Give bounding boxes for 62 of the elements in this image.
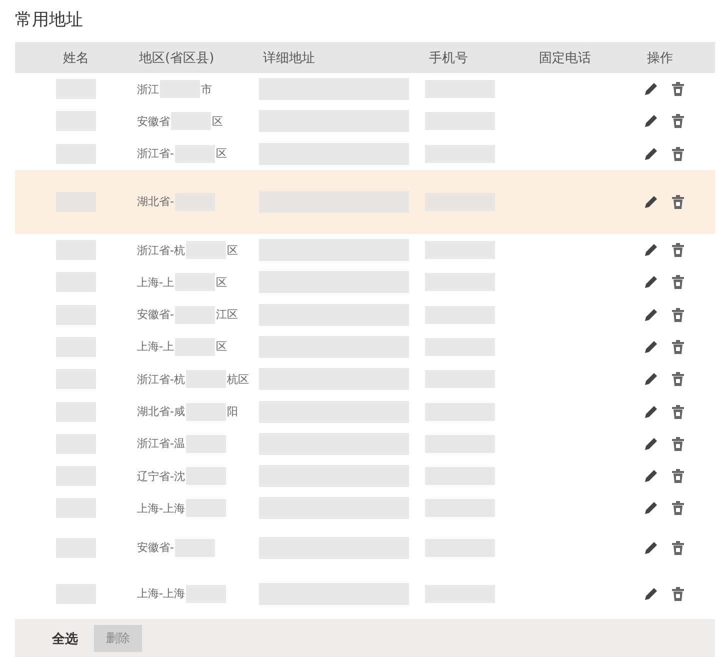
edit-icon[interactable] <box>643 371 659 388</box>
delete-icon[interactable] <box>671 371 685 388</box>
delete-icon[interactable] <box>671 274 685 290</box>
page-title: 常用地址 <box>15 9 84 32</box>
delete-icon[interactable] <box>671 586 685 602</box>
edit-icon[interactable] <box>643 500 659 516</box>
delete-icon[interactable] <box>671 81 685 98</box>
delete-icon[interactable] <box>671 242 685 258</box>
column-header: 详细地址 <box>262 50 316 66</box>
edit-icon[interactable] <box>643 274 659 290</box>
delete-icon[interactable] <box>671 468 685 484</box>
delete-icon[interactable] <box>671 540 685 556</box>
region-text: 湖北省- <box>137 194 174 210</box>
column-header: 操作 <box>646 50 674 66</box>
column-header: 固定电话 <box>539 50 592 66</box>
edit-icon[interactable] <box>643 146 659 162</box>
region-text: 上海-上 <box>137 274 174 290</box>
region-text: 浙江 <box>137 82 159 97</box>
edit-icon[interactable] <box>643 540 659 556</box>
delete-icon[interactable] <box>671 113 685 130</box>
region-text: 安徽省- <box>137 540 174 556</box>
delete-icon[interactable] <box>671 146 685 162</box>
region-text: 杭区 <box>226 372 249 387</box>
region-text: 区 <box>226 242 238 258</box>
edit-icon[interactable] <box>643 436 659 452</box>
region-text: 市 <box>201 82 212 97</box>
region-text: 区 <box>212 114 223 129</box>
region-text: 区 <box>216 146 227 162</box>
edit-icon[interactable] <box>643 306 659 323</box>
delete-icon[interactable] <box>671 500 685 516</box>
region-text: 安徽省- <box>137 307 174 322</box>
edit-icon[interactable] <box>643 194 659 210</box>
delete-icon[interactable] <box>671 436 685 452</box>
region-text: 安徽省 <box>137 114 170 129</box>
delete-icon[interactable] <box>671 306 685 323</box>
region-text: 浙江省-温 <box>137 436 185 452</box>
region-text: 江区 <box>216 307 238 322</box>
edit-icon[interactable] <box>643 586 659 602</box>
edit-icon[interactable] <box>643 81 659 98</box>
edit-icon[interactable] <box>643 468 659 484</box>
region-text: 区 <box>216 339 227 354</box>
region-text: 浙江省-杭 <box>137 372 185 387</box>
delete-icon[interactable] <box>671 338 685 355</box>
region-text: 湖北省-咸 <box>137 404 185 420</box>
region-text: 上海-上海 <box>137 586 185 602</box>
edit-icon[interactable] <box>643 242 659 258</box>
delete-icon[interactable] <box>671 194 685 210</box>
delete-icon[interactable] <box>671 404 685 420</box>
edit-icon[interactable] <box>643 113 659 130</box>
region-text: 阳 <box>226 404 238 420</box>
region-text: 区 <box>216 274 227 290</box>
region-text: 辽宁省-沈 <box>137 468 185 484</box>
region-text: 上海-上 <box>137 339 174 354</box>
region-text: 上海-上海 <box>137 500 185 516</box>
edit-icon[interactable] <box>643 338 659 355</box>
region-text: 浙江省-杭 <box>137 242 185 258</box>
region-text: 浙江省- <box>137 146 174 162</box>
column-header: 姓名 <box>62 50 90 66</box>
column-header: 地区(省区县) <box>138 50 216 66</box>
column-header: 手机号 <box>429 50 469 66</box>
select-all-link[interactable]: 全选 <box>52 630 78 648</box>
edit-icon[interactable] <box>643 404 659 420</box>
